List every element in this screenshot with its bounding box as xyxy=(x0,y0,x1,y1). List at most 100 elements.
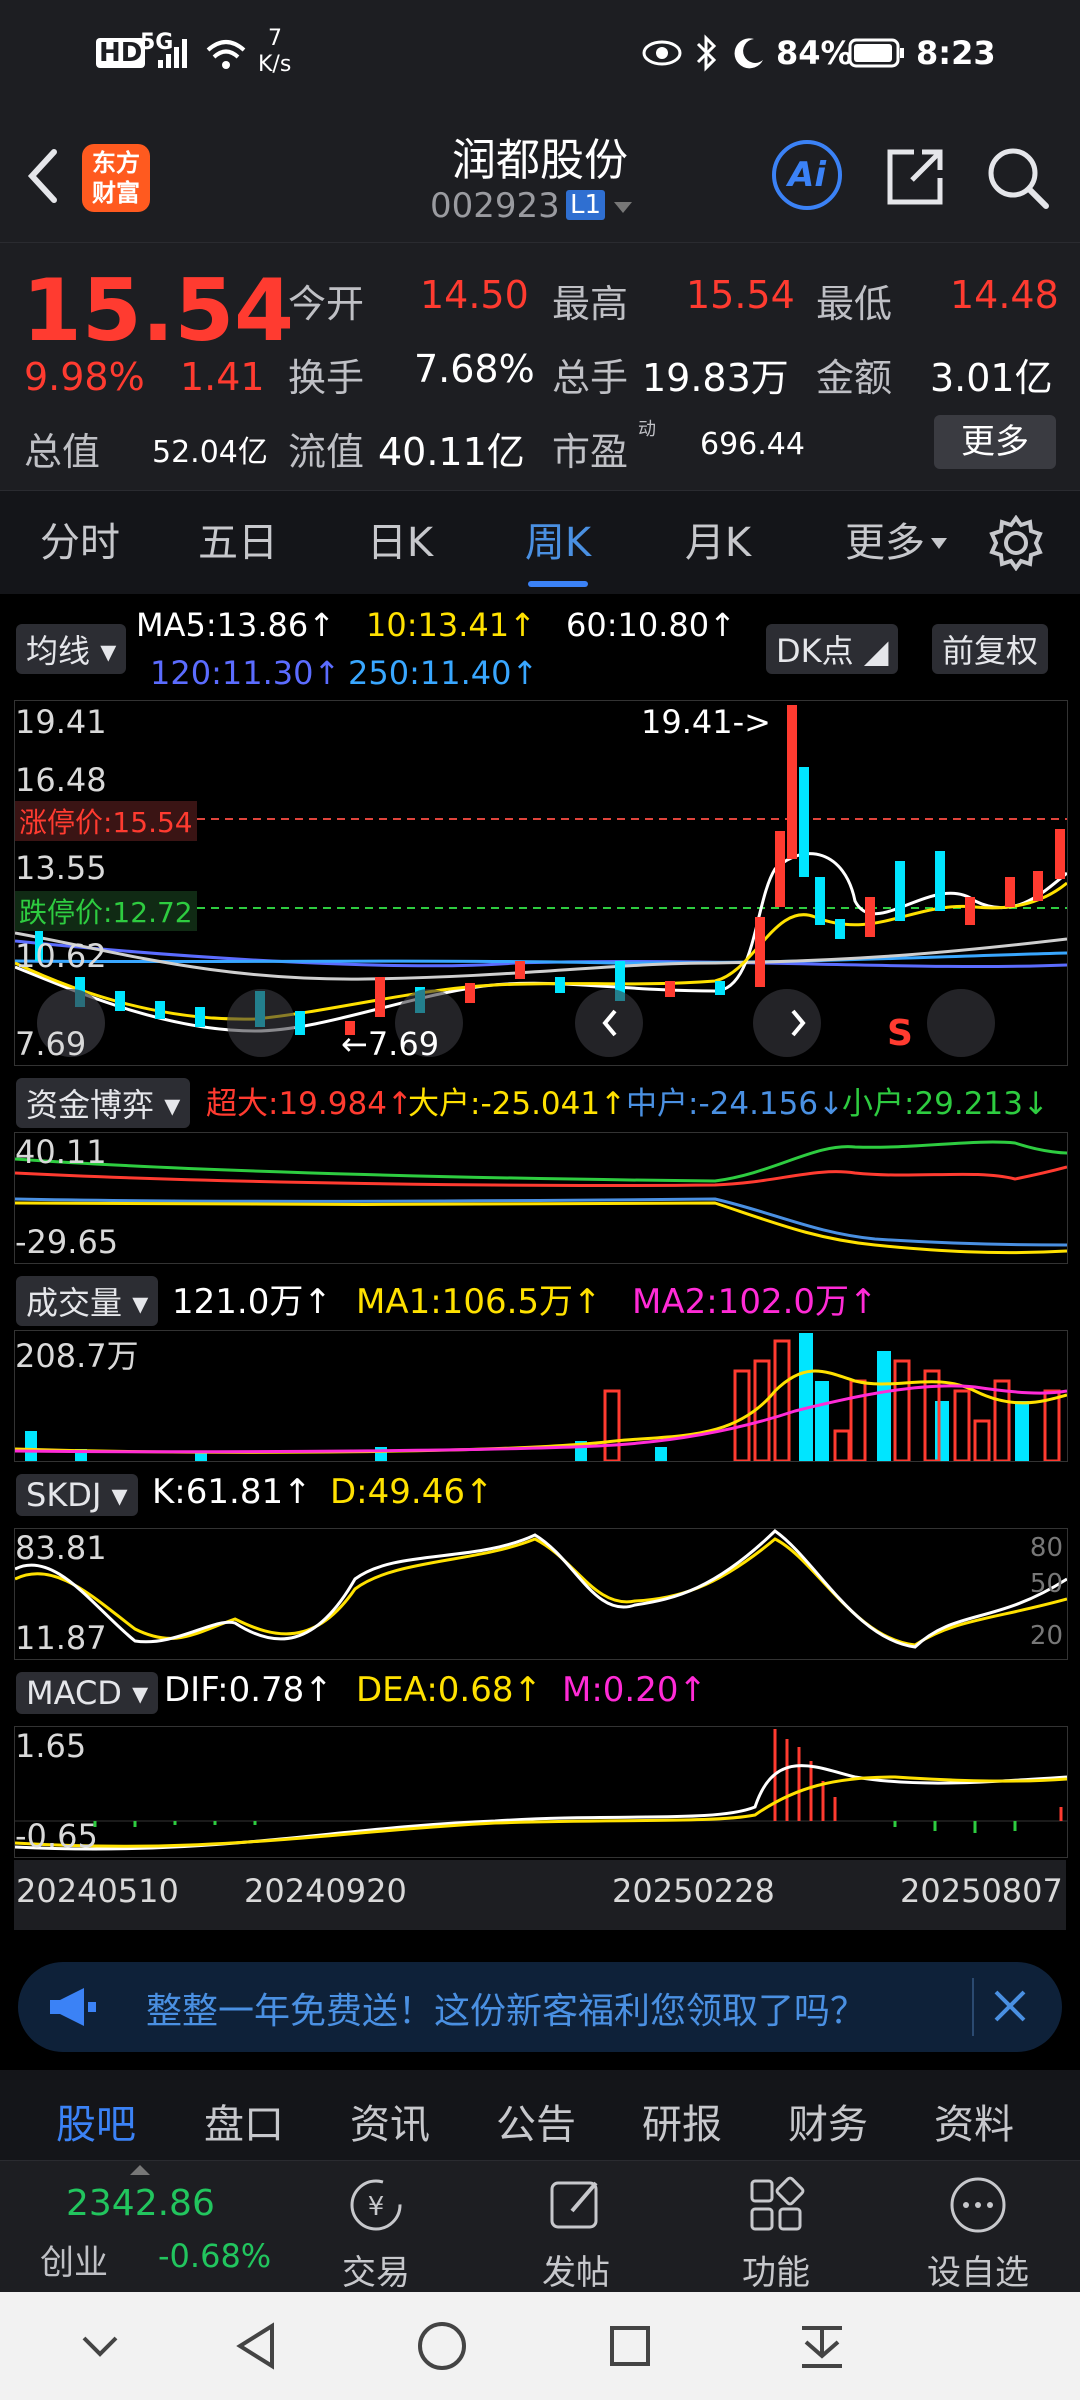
index-value[interactable]: 2342.86 xyxy=(66,2183,215,2224)
net-speed-value: 7 xyxy=(268,26,282,51)
tab-finance[interactable]: 财务 xyxy=(788,2070,868,2160)
share-icon[interactable] xyxy=(884,146,946,208)
macd-dea: DEA:0.68↑ xyxy=(356,1670,542,1710)
tab-intraday[interactable]: 分时 xyxy=(20,491,140,595)
skdj-selector-label: SKDJ xyxy=(26,1476,102,1514)
close-icon[interactable] xyxy=(990,1986,1030,2026)
recent-apps-icon[interactable] xyxy=(606,2322,654,2370)
tab-daily[interactable]: 日K xyxy=(340,491,460,595)
volume-ma2: MA2:102.0万↑ xyxy=(632,1282,878,1322)
post-button[interactable]: 发帖 xyxy=(516,2175,636,2294)
tab-guba[interactable]: 股吧 xyxy=(56,2070,136,2160)
volume-selector-label: 成交量 xyxy=(26,1284,123,1322)
add-watchlist-button[interactable]: 设自选 xyxy=(918,2175,1038,2294)
limit-down-label: 跌停价:12.72 xyxy=(15,891,197,931)
ma120-value: 120:11.30↑ xyxy=(150,654,341,692)
tab-five-day[interactable]: 五日 xyxy=(178,491,298,595)
fund-chart xyxy=(15,1140,1067,1255)
fund-selector[interactable]: 资金博弈 ▾ xyxy=(16,1078,191,1128)
hd-badge: HD xyxy=(96,38,146,68)
function-button[interactable]: 功能 xyxy=(716,2175,836,2294)
grid-icon xyxy=(750,2176,805,2231)
fund-big: 大户:-25.041↑ xyxy=(408,1086,627,1122)
tab-news[interactable]: 资讯 xyxy=(350,2070,430,2160)
stock-name: 润都股份 xyxy=(452,135,628,186)
low-value: 14.48 xyxy=(950,273,1059,317)
fund-small: 小户:29.213↓ xyxy=(842,1086,1049,1122)
tab-profile[interactable]: 资料 xyxy=(934,2070,1014,2160)
ai-button[interactable]: Ai xyxy=(772,140,842,210)
eye-icon xyxy=(642,40,682,66)
post-label: 发帖 xyxy=(542,2253,610,2293)
kline-panel[interactable]: 19.41 16.48 13.55 10.62 7.69 19.41-> ←7.… xyxy=(14,700,1068,1066)
macd-selector[interactable]: MACD ▾ xyxy=(16,1672,159,1714)
kline-y-top: 19.41 xyxy=(15,703,107,741)
more-button[interactable]: 更多 xyxy=(934,415,1056,469)
fund-y-top: 40.11 xyxy=(15,1133,107,1171)
tab-announcement[interactable]: 公告 xyxy=(496,2070,576,2160)
fund-super: 超大:19.984↑ xyxy=(206,1086,413,1122)
search-icon[interactable] xyxy=(986,146,1050,210)
last-price: 15.54 xyxy=(22,261,295,361)
scroll-left-button[interactable] xyxy=(575,989,643,1057)
status-bar: HD 5G 7 K/s 84% 8:23 xyxy=(0,0,1080,110)
float-label: 流值 xyxy=(288,430,365,474)
change-value: 1.41 xyxy=(180,355,265,399)
skdj-y-top: 83.81 xyxy=(15,1529,107,1567)
ma-selector[interactable]: 均线 ▾ xyxy=(16,624,127,674)
adjust-button[interactable]: 前复权 xyxy=(932,624,1049,674)
change-percent: 9.98% xyxy=(24,355,145,399)
system-nav-bar xyxy=(0,2292,1080,2400)
skdj-d: D:49.46↑ xyxy=(330,1472,494,1512)
tab-monthly[interactable]: 月K xyxy=(658,491,778,595)
trade-button[interactable]: ¥ 交易 xyxy=(316,2175,436,2294)
chevron-down-icon[interactable] xyxy=(612,200,634,216)
volume-label: 总手 xyxy=(552,356,629,400)
tab-weekly[interactable]: 周K xyxy=(498,491,618,595)
skdj-y-bottom: 11.87 xyxy=(15,1619,107,1657)
volume-y-top: 208.7万 xyxy=(15,1337,139,1375)
volume-value: 19.83万 xyxy=(642,356,789,400)
zoom-out-button[interactable] xyxy=(227,989,295,1057)
x-axis: 20240510 20240920 20250228 20250807 xyxy=(14,1860,1066,1930)
gear-icon[interactable] xyxy=(988,515,1044,571)
scroll-right-button[interactable] xyxy=(753,989,821,1057)
chart-area: 均线 ▾ MA5:13.86↑ 10:13.41↑ 60:10.80↑ 120:… xyxy=(0,594,1080,1944)
fullscreen-button[interactable] xyxy=(927,989,995,1057)
x-axis-label-2: 20240920 xyxy=(244,1872,407,1910)
back-nav-icon[interactable] xyxy=(232,2320,280,2372)
skdj-panel: 83.81 11.87 80 50 20 xyxy=(14,1528,1068,1660)
bluetooth-icon xyxy=(696,34,717,72)
high-value: 15.54 xyxy=(686,273,795,317)
banner-text: 整整一年免费送！这份新客福利您领取了吗？ xyxy=(146,1991,867,2032)
home-nav-icon[interactable] xyxy=(416,2320,468,2372)
promo-banner[interactable]: 整整一年免费送！这份新客福利您领取了吗？ xyxy=(18,1962,1062,2052)
back-icon[interactable] xyxy=(22,146,62,206)
level-badge[interactable]: L1 xyxy=(566,190,606,220)
fund-mid: 中户:-24.156↓ xyxy=(626,1086,845,1122)
volume-selector[interactable]: 成交量 ▾ xyxy=(16,1276,159,1326)
dk-point-label: DK点 xyxy=(776,632,854,670)
open-value: 14.50 xyxy=(420,273,529,317)
download-nav-icon[interactable] xyxy=(796,2320,848,2372)
float-value: 40.11亿 xyxy=(378,430,525,474)
collapse-icon[interactable] xyxy=(78,2326,122,2366)
macd-y-top: 1.65 xyxy=(15,1727,87,1765)
sell-marker: S xyxy=(887,1013,913,1054)
tab-research[interactable]: 研报 xyxy=(642,2070,722,2160)
period-tabs: 分时 五日 日K 周K 月K 更多 xyxy=(0,490,1080,596)
skdj-ref-50: 50 xyxy=(1029,1569,1063,1599)
index-name: 创业 xyxy=(40,2243,108,2283)
battery-icon xyxy=(848,38,904,68)
dk-point-button[interactable]: DK点 ◢ xyxy=(766,624,899,674)
moon-icon xyxy=(734,38,763,69)
tab-pankou[interactable]: 盘口 xyxy=(204,2070,284,2160)
volume-chart xyxy=(15,1333,1067,1461)
low-label: 最低 xyxy=(816,282,893,326)
skdj-selector[interactable]: SKDJ ▾ xyxy=(16,1474,138,1516)
fund-panel: 40.11 -29.65 xyxy=(14,1132,1068,1264)
kline-y-3: 13.55 xyxy=(15,849,107,887)
macd-y-bottom: -0.65 xyxy=(15,1817,98,1855)
skdj-chart xyxy=(15,1529,1067,1649)
banner-divider xyxy=(972,1978,974,2036)
